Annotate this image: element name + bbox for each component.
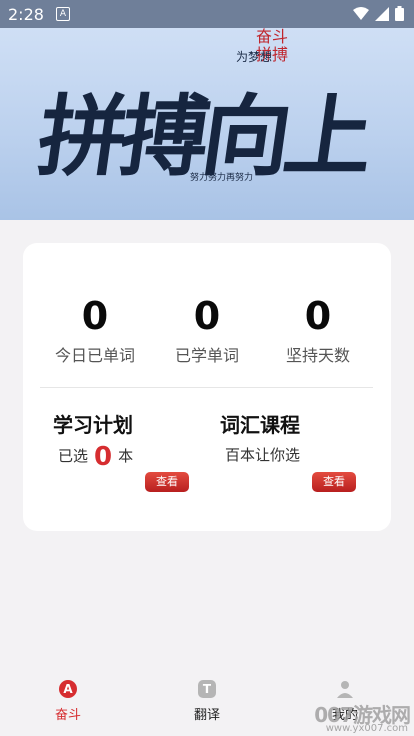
study-plan-title: 学习计划 [53,413,133,437]
divider [40,387,373,388]
status-bar: 2:28 A [0,0,414,28]
stat-streak-days: 0 坚持天数 [258,296,378,366]
user-icon [337,681,353,698]
study-plan-selected: 已选 0 本 [58,442,133,472]
stat-value: 0 [304,294,332,338]
study-plan-count: 0 [94,442,113,472]
nav-label: 翻译 [193,708,220,723]
stat-label: 已学单词 [174,346,239,365]
signal-icon [375,6,389,21]
vocab-course-title: 词汇课程 [220,413,300,437]
status-time: 2:28 [8,4,44,24]
nav-tab-translate[interactable]: T 翻译 [167,680,247,723]
wifi-icon [353,6,369,20]
watermark-url: www.yx007.com [325,723,408,734]
stat-value: 0 [193,294,221,338]
banner-sub-text: 为梦想 [236,50,273,64]
translate-icon: T [198,680,216,698]
battery-icon [395,6,404,21]
fendou-icon: A [59,680,77,698]
stat-label: 坚持天数 [285,346,350,365]
nav-label: 奋斗 [54,708,81,723]
stat-value: 0 [81,294,109,338]
vocab-course-view-button[interactable]: 查看 [312,472,356,492]
banner-bottom-text: 努力努力再努力 [190,173,254,183]
stat-today-words: 0 今日已单词 [35,296,155,366]
study-plan-view-button[interactable]: 查看 [145,472,189,492]
status-indicators [353,6,404,21]
stat-label: 今日已单词 [54,346,135,365]
app-notification-icon: A [55,7,70,21]
nav-tab-fendou[interactable]: A 奋斗 [28,680,108,723]
stats-card: 0 今日已单词 0 已学单词 0 坚持天数 学习计划 已选 0 本 查看 词汇课程 … [23,243,391,531]
motivation-banner: 奋斗 拼搏 为梦想 拼搏向上 努力努力再努力 [0,28,414,220]
vocab-course-subtitle: 百本让你选 [225,446,301,464]
study-plan-prefix: 已选 [58,447,89,465]
study-plan-suffix: 本 [118,447,134,465]
stat-learned-words: 0 已学单词 [147,296,267,366]
